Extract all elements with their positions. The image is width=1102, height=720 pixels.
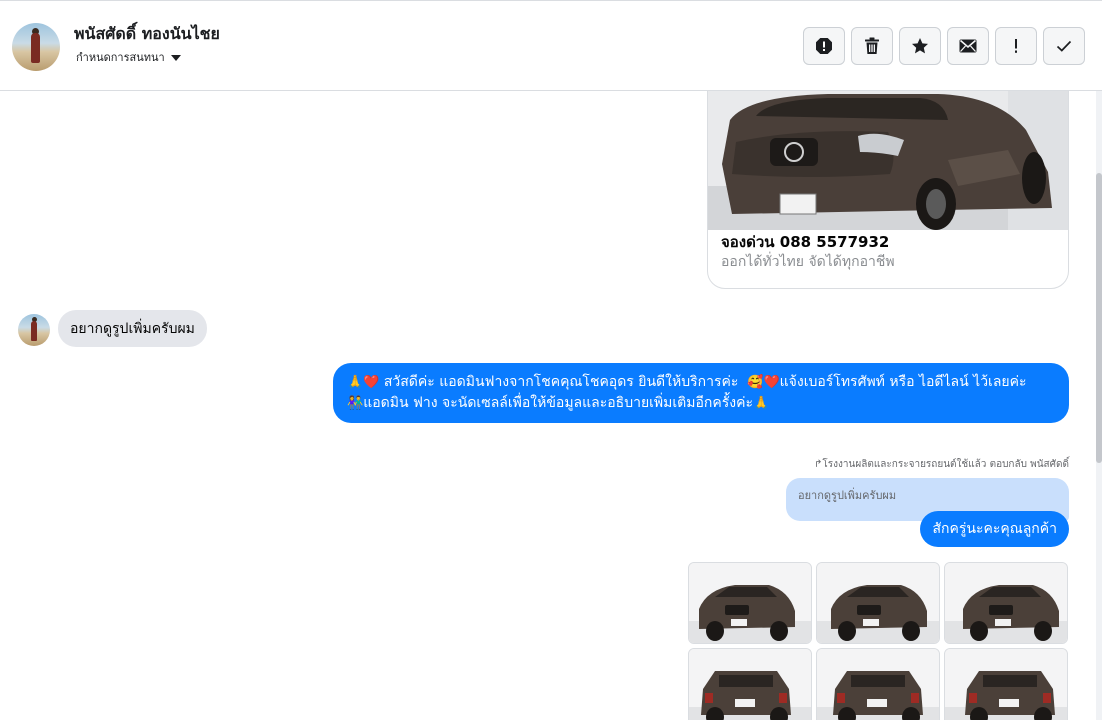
mark-unread-button[interactable] — [947, 27, 989, 65]
card-truck-photo — [708, 91, 1068, 230]
contact-avatar[interactable] — [12, 23, 60, 71]
outgoing-message-request: แจ้งเบอร์โทรศัพท์ หรือ ไอดีไลน์ ไว้เลยค่… — [779, 374, 1027, 390]
photo-thumbnail[interactable] — [816, 648, 940, 720]
outgoing-reply[interactable]: สักครู่นะคะคุณลูกค้า — [920, 511, 1069, 547]
star-button[interactable] — [899, 27, 941, 65]
photo-thumbnail[interactable] — [944, 562, 1068, 644]
heart-emoji: ❤️ — [363, 375, 380, 390]
smiling-hearts-emoji: 🥰 — [747, 375, 764, 390]
people-emoji: 👫 — [347, 396, 364, 411]
pray-emoji: 🙏 — [347, 375, 364, 390]
photo-thumbnail[interactable] — [688, 648, 812, 720]
pray-emoji: 🙏 — [753, 396, 770, 411]
inbox-conversation: พนัสศัดดิ์ ทองนันไชย กำหนดการสนทนา จองด่… — [0, 0, 1102, 720]
outgoing-message-line-2: 👫แอดมิน ฟาง จะนัดเซลล์เพื่อให้ข้อมูลและอ… — [347, 393, 1055, 414]
photo-thumbnail[interactable] — [944, 648, 1068, 720]
conversation-toolbar — [803, 27, 1085, 65]
contact-name[interactable]: พนัสศัดดิ์ ทองนันไชย — [74, 22, 220, 47]
reply-meta: ↱โรงงานผลิตและกระจายรถยนต์ใช้แล้ว ตอบกลั… — [814, 457, 1069, 472]
reply-meta-text: โรงงานผลิตและกระจายรถยนต์ใช้แล้ว ตอบกลับ… — [822, 459, 1069, 470]
heart-emoji: ❤️ — [763, 375, 780, 390]
outgoing-message-greeting: สวัสดีค่ะ แอดมินฟางจากโชคคุณโชคอุดร ยินด… — [383, 374, 739, 390]
outgoing-message-line-1: 🙏❤️ สวัสดีค่ะ แอดมินฟางจากโชคคุณโชคอุดร … — [347, 372, 1055, 393]
trash-icon — [865, 37, 879, 54]
star-icon — [912, 38, 928, 54]
photo-thumbnail[interactable] — [816, 562, 940, 644]
report-button[interactable] — [803, 27, 845, 65]
truck-photo — [817, 563, 939, 643]
truck-photo — [689, 563, 811, 643]
thread-scrollbar[interactable] — [1096, 91, 1102, 720]
envelope-icon — [959, 39, 977, 53]
caret-down-icon — [170, 54, 181, 61]
truck-photo — [817, 649, 939, 720]
card-subtitle: ออกได้ทั่วไทย จัดได้ทุกอาชีพ — [721, 254, 895, 270]
truck-photo — [689, 649, 811, 720]
link-preview-card[interactable]: จองด่วน 088 5577932 ออกได้ทั่วไทย จัดได้… — [707, 91, 1069, 289]
delete-button[interactable] — [851, 27, 893, 65]
photo-attachments — [688, 562, 1069, 720]
photo-thumbnail[interactable] — [688, 562, 812, 644]
avatar-figure — [31, 33, 40, 63]
schedule-conversation-label: กำหนดการสนทนา — [76, 51, 165, 64]
message-thread[interactable]: จองด่วน 088 5577932 ออกได้ทั่วไทย จัดได้… — [0, 91, 1102, 720]
report-icon — [816, 38, 832, 54]
mark-important-button[interactable] — [995, 27, 1037, 65]
incoming-message[interactable]: อยากดูรูปเพิ่มครับผม — [58, 310, 207, 347]
avatar-figure — [31, 321, 37, 341]
conversation-header: พนัสศัดดิ์ ทองนันไชย กำหนดการสนทนา — [0, 2, 1102, 91]
truck-photo — [945, 563, 1067, 643]
mark-done-button[interactable] — [1043, 27, 1085, 65]
outgoing-message[interactable]: 🙏❤️ สวัสดีค่ะ แอดมินฟางจากโชคคุณโชคอุดร … — [333, 363, 1069, 423]
sender-avatar[interactable] — [18, 314, 50, 346]
scrollbar-thumb[interactable] — [1096, 173, 1102, 463]
schedule-conversation-dropdown[interactable]: กำหนดการสนทนา — [76, 48, 181, 66]
exclamation-icon — [1015, 39, 1017, 53]
outgoing-message-followup: แอดมิน ฟาง จะนัดเซลล์เพื่อให้ข้อมูลและอธ… — [363, 395, 753, 411]
check-icon — [1056, 40, 1072, 52]
truck-photo — [945, 649, 1067, 720]
